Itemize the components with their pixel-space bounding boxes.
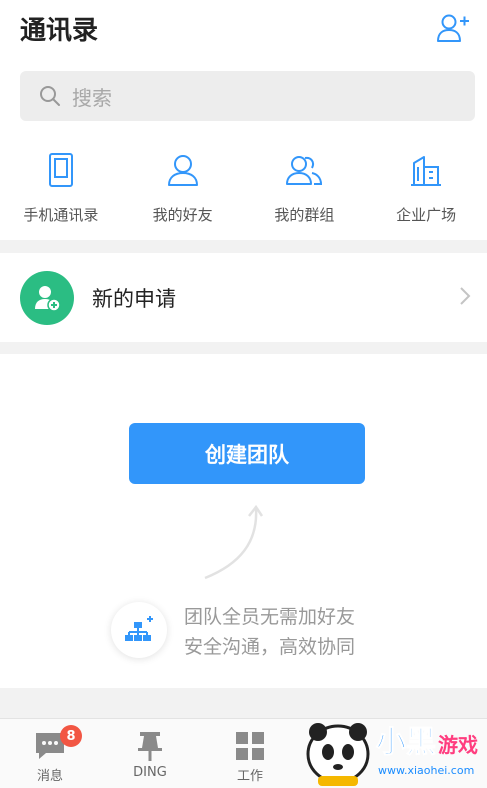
search-icon [40, 86, 60, 106]
team-description-line-2: 安全沟通，高效协同 [184, 636, 356, 658]
page-title: 通讯录 [20, 16, 99, 46]
quick-link-my-groups[interactable]: 我的群组 [244, 138, 366, 238]
person-icon [167, 155, 198, 186]
tab-label: DING [133, 765, 167, 780]
quick-link-label: 我的群组 [274, 206, 335, 224]
create-team-button[interactable]: 创建团队 [129, 423, 365, 484]
tab-messages[interactable]: 消息 8 [0, 719, 100, 788]
add-person-icon [437, 14, 469, 42]
header: 通讯录 [0, 0, 487, 60]
pin-icon [138, 732, 162, 761]
quick-links: 手机通讯录 我的好友 我的群组 企业广场 [0, 138, 487, 238]
quick-link-label: 手机通讯录 [23, 206, 99, 224]
new-request-label: 新的申请 [92, 286, 176, 311]
quick-link-phone-contacts[interactable]: 手机通讯录 [0, 138, 122, 238]
quick-link-label: 我的好友 [152, 206, 213, 224]
unread-badge: 8 [60, 725, 82, 747]
svg-text:www.xiaohei.com: www.xiaohei.com [378, 764, 474, 777]
search-input[interactable]: 搜索 [20, 71, 475, 121]
grid-icon [236, 732, 264, 760]
team-icon [111, 602, 167, 658]
team-empty-state: 创建团队 团队全员无需加好友 安全沟通，高效协同 [0, 354, 487, 688]
team-description-line-1: 团队全员无需加好友 [184, 606, 356, 628]
add-friend-button[interactable] [433, 8, 473, 48]
curved-arrow-icon [204, 504, 264, 580]
org-chart-icon [125, 616, 153, 641]
new-request-row[interactable]: 新的申请 [0, 253, 487, 342]
tab-label: 消息 [36, 769, 63, 784]
tab-ding[interactable]: DING [100, 719, 200, 788]
tab-work[interactable]: 工作 [200, 719, 300, 788]
team-description: 团队全员无需加好友 安全沟通，高效协同 [184, 602, 355, 662]
svg-text:小黑: 小黑 [376, 725, 436, 760]
svg-text:游戏: 游戏 [438, 733, 478, 757]
building-icon [411, 156, 442, 186]
watermark-logo: 小黑 游戏 www.xiaohei.com [306, 723, 478, 786]
group-icon [286, 156, 323, 185]
search-placeholder: 搜索 [72, 85, 112, 110]
tab-label: 工作 [236, 769, 263, 784]
section-divider [0, 342, 487, 354]
quick-link-label: 企业广场 [396, 206, 457, 224]
section-divider [0, 240, 487, 253]
new-request-avatar [20, 270, 74, 325]
add-person-icon [35, 285, 61, 312]
quick-link-my-friends[interactable]: 我的好友 [122, 138, 244, 238]
phone-icon [48, 153, 73, 187]
quick-link-enterprise-square[interactable]: 企业广场 [365, 138, 487, 238]
chevron-right-icon [460, 287, 471, 305]
